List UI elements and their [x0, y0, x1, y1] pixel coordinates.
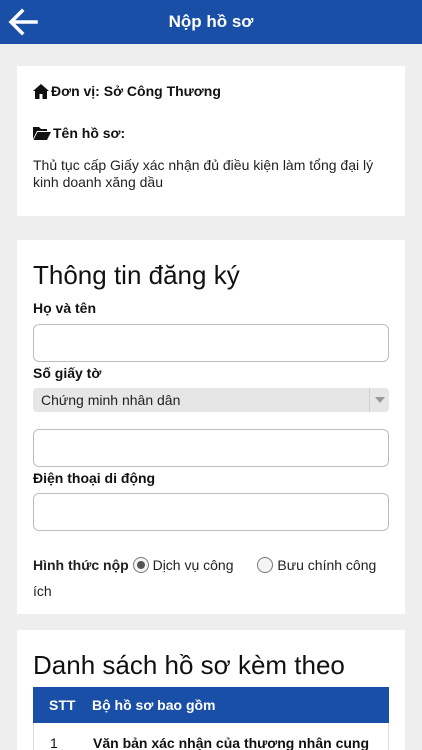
id-type-select[interactable]: Chứng minh nhân dân	[33, 388, 389, 412]
page-title: Nộp hồ sơ	[168, 12, 254, 31]
full-name-label: Họ và tên	[33, 300, 97, 316]
radio-public-service-label[interactable]: Dịch vụ công	[153, 557, 234, 573]
phone-label: Điện thoại di động	[33, 470, 156, 486]
dossier-info-card: Đơn vị: Sở Công Thương Tên hồ sơ: Thủ tụ…	[17, 66, 405, 216]
dossier-label: Tên hồ sơ:	[53, 125, 126, 141]
attachments-title: Danh sách hồ sơ kèm theo	[33, 650, 345, 680]
agency-label: Đơn vị: Sở Công Thương	[51, 83, 221, 99]
radio-public-post[interactable]	[257, 557, 274, 573]
agency-row: Đơn vị: Sở Công Thương	[33, 83, 221, 99]
id-label: Số giấy tờ	[33, 365, 102, 381]
id-number-input[interactable]	[33, 429, 389, 467]
attachments-card: Danh sách hồ sơ kèm theo STT Bộ hồ sơ ba…	[17, 630, 405, 750]
full-name-input[interactable]	[33, 324, 389, 362]
dossier-name-row: Tên hồ sơ:	[33, 125, 125, 141]
id-type-selected-value: Chứng minh nhân dân	[41, 392, 181, 408]
column-header-stt: STT	[49, 697, 76, 713]
column-header-documents: Bộ hồ sơ bao gồm	[92, 697, 216, 713]
home-icon	[33, 83, 49, 99]
submit-method-label: Hình thức nộp	[33, 557, 129, 573]
registration-card: Thông tin đăng ký Họ và tên Số giấy tờ C…	[17, 240, 405, 614]
row-stt: 1	[50, 735, 58, 750]
table-row: 1 Văn bản xác nhận của thương nhân cung	[33, 723, 389, 750]
chevron-down-icon	[374, 397, 385, 403]
phone-input[interactable]	[33, 493, 389, 531]
select-arrow	[369, 388, 389, 412]
row-document: Văn bản xác nhận của thương nhân cung	[93, 735, 370, 750]
table-header: STT Bộ hồ sơ bao gồm	[33, 687, 389, 723]
radio-public-service[interactable]	[132, 557, 149, 573]
dossier-name-text: Thủ tục cấp Giấy xác nhận đủ điều kiện l…	[33, 157, 374, 190]
folder-open-icon	[33, 127, 51, 140]
top-bar: Nộp hồ sơ	[0, 0, 422, 44]
registration-title: Thông tin đăng ký	[33, 260, 240, 290]
submit-method-row: Hình thức nộp Dịch vụ công Bưu chính côn…	[33, 552, 391, 604]
